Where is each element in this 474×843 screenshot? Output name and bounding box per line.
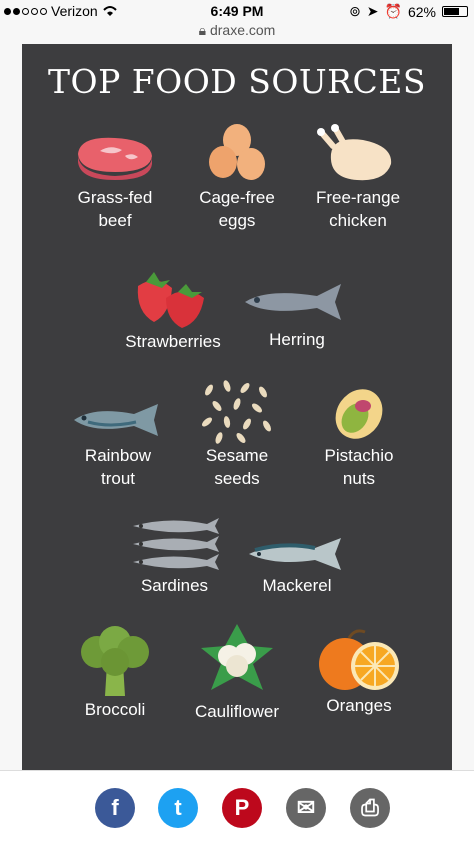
orientation-lock-icon: ⊚ — [349, 3, 361, 19]
sesame-seeds-icon — [202, 380, 271, 444]
food-label: Mackerel — [262, 576, 332, 595]
food-item-oranges: Oranges — [304, 626, 414, 717]
food-label: Free-range chicken — [315, 188, 401, 230]
food-item-trout: Rainbow trout — [58, 394, 178, 490]
food-label: Cage-free eggs — [199, 188, 275, 230]
status-bar: Verizon 6:49 PM ⊚ ➤ ⏰ 62% — [0, 0, 474, 22]
food-item-pistachio: Pistachio nuts — [304, 384, 414, 490]
food-item-strawberries: Strawberries — [108, 264, 238, 353]
share-bar: f t P ✉ ⎙ — [0, 770, 474, 843]
alarm-icon: ⏰ — [384, 3, 402, 19]
print-icon: ⎙ — [361, 795, 379, 820]
steak-icon — [78, 137, 152, 180]
strawberries-icon — [137, 272, 204, 328]
food-item-beef: Grass-fed beef — [60, 126, 170, 232]
food-label: Grass-fed beef — [77, 188, 153, 230]
oranges-icon — [319, 629, 399, 690]
food-item-herring: Herring — [232, 276, 362, 351]
cauliflower-icon — [201, 624, 273, 690]
infographic-title: TOP FOOD SOURCES — [48, 62, 426, 101]
food-label: Sardines — [140, 576, 209, 595]
battery-percent: 62% — [407, 3, 436, 20]
print-button[interactable]: ⎙ — [350, 788, 390, 828]
food-label: Cauliflower — [194, 702, 280, 721]
url-text: draxe.com — [209, 22, 276, 38]
lock-icon: 🔒︎ — [198, 22, 207, 38]
location-icon: ➤ — [366, 3, 379, 19]
chicken-icon — [317, 124, 392, 181]
food-label: Broccoli — [84, 700, 146, 719]
food-label: Herring — [269, 330, 325, 349]
food-label: Pistachio nuts — [324, 446, 394, 488]
food-label: Strawberries — [125, 332, 221, 351]
infographic: TOP FOOD SOURCES Grass-fed beef Cage-fre… — [22, 44, 452, 770]
food-item-eggs: Cage-free eggs — [182, 122, 292, 232]
food-item-chicken: Free-range chicken — [300, 124, 416, 232]
food-item-broccoli: Broccoli — [60, 624, 170, 721]
email-share-button[interactable]: ✉ — [286, 788, 326, 828]
battery-icon — [442, 6, 468, 17]
food-label: Rainbow trout — [84, 446, 152, 488]
twitter-icon: t — [174, 795, 182, 820]
food-item-sesame: Sesame seeds — [182, 378, 292, 490]
pinterest-icon: P — [234, 795, 250, 820]
facebook-share-button[interactable]: f — [95, 788, 135, 828]
url-bar[interactable]: 🔒︎ draxe.com — [0, 22, 474, 39]
trout-icon — [74, 404, 158, 436]
food-item-sardines: Sardines — [122, 514, 227, 597]
pistachio-icon — [335, 389, 383, 439]
sardines-icon — [132, 518, 219, 570]
food-item-mackerel: Mackerel — [242, 530, 352, 597]
eggs-icon — [209, 124, 265, 180]
mackerel-icon — [249, 538, 341, 570]
herring-icon — [245, 284, 341, 320]
food-item-cauliflower: Cauliflower — [182, 620, 292, 723]
email-icon: ✉ — [296, 795, 316, 820]
twitter-share-button[interactable]: t — [158, 788, 198, 828]
broccoli-icon — [81, 626, 149, 696]
food-label: Sesame seeds — [205, 446, 269, 488]
food-label: Oranges — [326, 696, 392, 715]
facebook-icon: f — [111, 795, 119, 820]
pinterest-share-button[interactable]: P — [222, 788, 262, 828]
